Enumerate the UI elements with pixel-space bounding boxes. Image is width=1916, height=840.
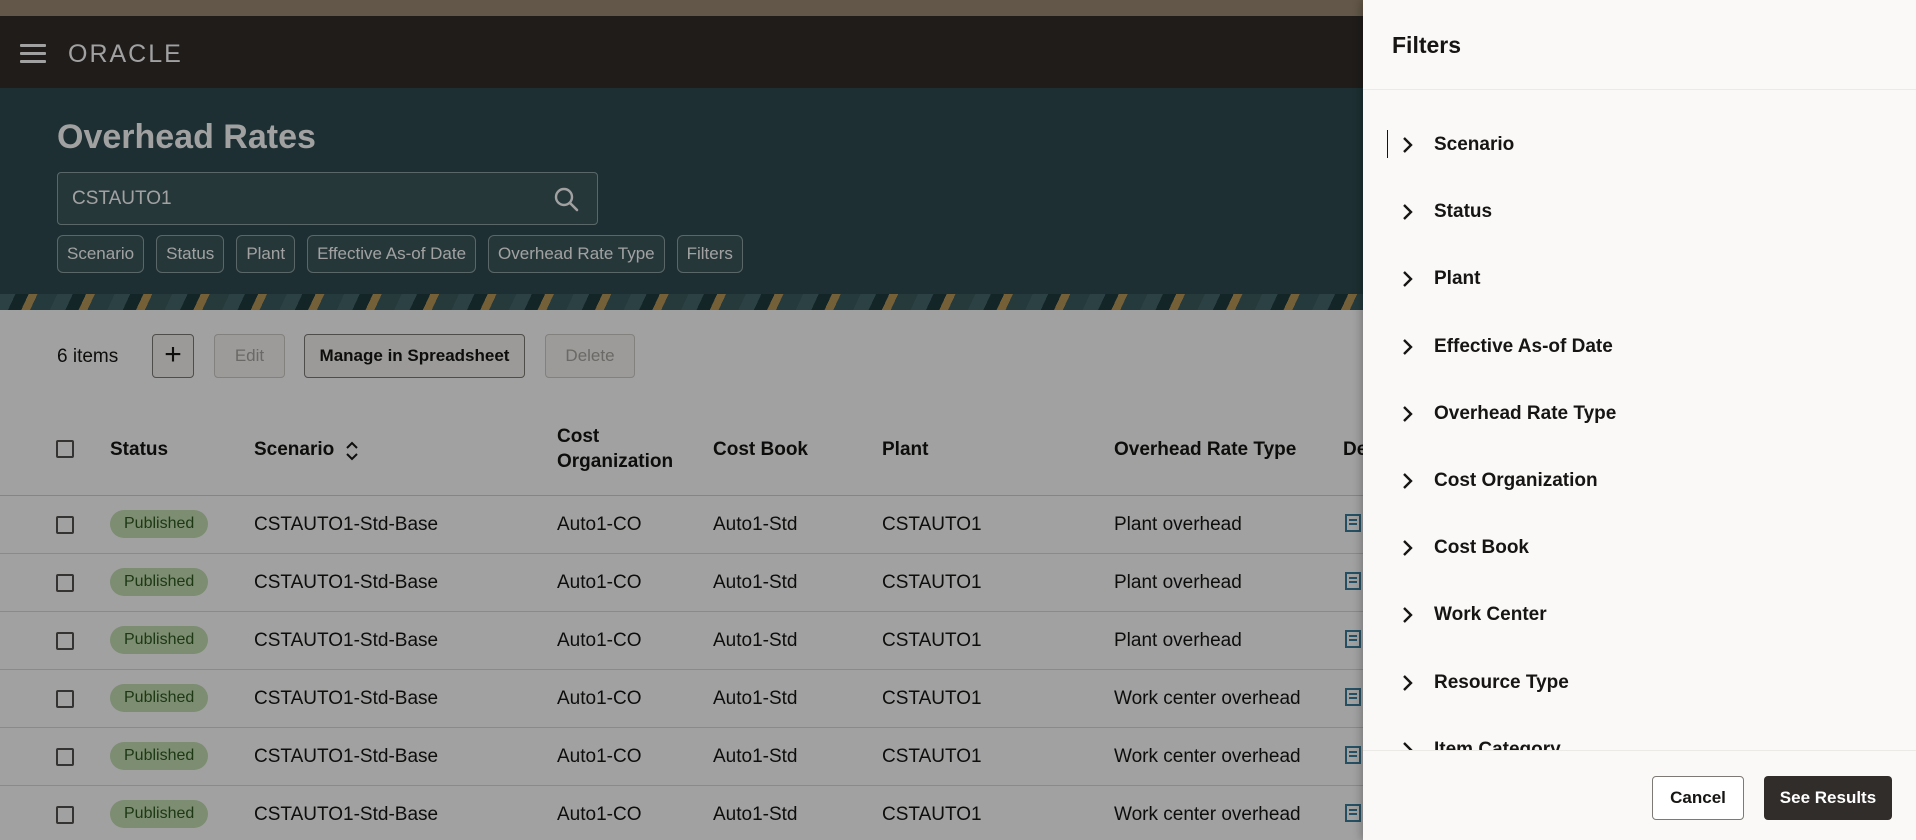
- filter-label: Effective As-of Date: [1434, 336, 1613, 357]
- filter-label: Scenario: [1434, 134, 1515, 155]
- modal-scrim[interactable]: [0, 0, 1363, 840]
- drawer-footer: Cancel See Results: [1363, 750, 1916, 840]
- cancel-button[interactable]: Cancel: [1652, 776, 1744, 820]
- filter-label: Plant: [1434, 268, 1481, 289]
- chevron-right-icon: [1403, 339, 1413, 355]
- filter-label: Cost Book: [1434, 537, 1529, 558]
- chevron-right-icon: [1403, 675, 1413, 691]
- filter-plant[interactable]: Plant: [1392, 259, 1892, 299]
- drawer-title: Filters: [1392, 32, 1462, 58]
- chevron-right-icon: [1403, 406, 1413, 422]
- filter-label: Work Center: [1434, 604, 1547, 625]
- chevron-right-icon: [1403, 607, 1413, 623]
- see-results-button[interactable]: See Results: [1764, 776, 1892, 820]
- filter-list: Scenario Status Plant Effective As-of Da…: [1363, 113, 1916, 750]
- filters-drawer: Filters Scenario Status Plant Effective …: [1363, 0, 1916, 840]
- focus-caret: [1387, 130, 1388, 158]
- chevron-right-icon: [1403, 137, 1413, 153]
- filter-cost-book[interactable]: Cost Book: [1392, 528, 1892, 568]
- filter-item-category[interactable]: Item Category: [1392, 730, 1892, 750]
- chevron-right-icon: [1403, 271, 1413, 287]
- filter-scenario[interactable]: Scenario: [1392, 125, 1892, 165]
- filter-label: Status: [1434, 201, 1493, 222]
- filter-effective-as-of-date[interactable]: Effective As-of Date: [1392, 327, 1892, 367]
- filter-label: Item Category: [1434, 739, 1561, 750]
- filter-overhead-rate-type[interactable]: Overhead Rate Type: [1392, 394, 1892, 434]
- filter-label: Cost Organization: [1434, 470, 1598, 491]
- filter-resource-type[interactable]: Resource Type: [1392, 663, 1892, 703]
- filter-status[interactable]: Status: [1392, 192, 1892, 232]
- filter-work-center[interactable]: Work Center: [1392, 595, 1892, 635]
- filter-label: Overhead Rate Type: [1434, 403, 1617, 424]
- chevron-right-icon: [1403, 540, 1413, 556]
- filter-cost-organization[interactable]: Cost Organization: [1392, 461, 1892, 501]
- chevron-right-icon: [1403, 742, 1413, 750]
- drawer-header: Filters: [1363, 0, 1916, 90]
- chevron-right-icon: [1403, 204, 1413, 220]
- filter-label: Resource Type: [1434, 672, 1569, 693]
- chevron-right-icon: [1403, 473, 1413, 489]
